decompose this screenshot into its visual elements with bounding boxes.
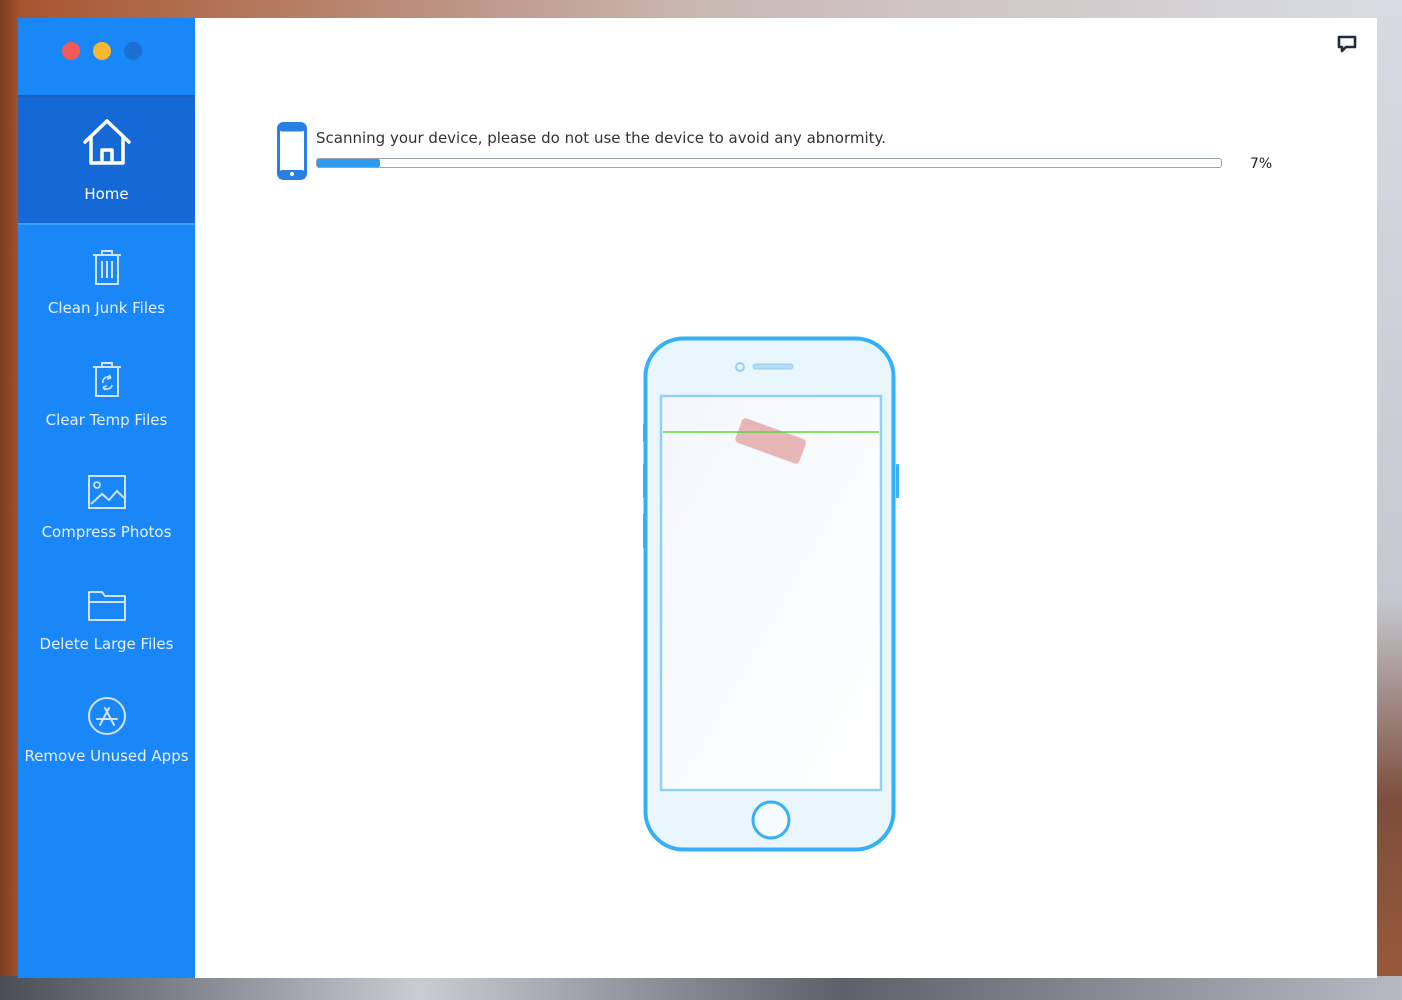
window-controls xyxy=(62,42,142,60)
app-window: Home Clean Junk Files Clear Temp Files C… xyxy=(18,18,1377,978)
photo-icon xyxy=(87,474,127,514)
trash-icon xyxy=(87,247,127,291)
scan-status-message: Scanning your device, please do not use … xyxy=(316,129,887,147)
chat-icon[interactable] xyxy=(1337,35,1357,57)
zoom-window-button[interactable] xyxy=(124,42,142,60)
phone-icon xyxy=(277,122,307,184)
sidebar-item-remove-unused-apps[interactable]: Remove Unused Apps xyxy=(18,682,195,794)
sidebar-item-label: Delete Large Files xyxy=(39,635,174,653)
app-store-icon xyxy=(86,695,128,741)
scan-progress-percent: 7% xyxy=(1250,156,1273,172)
sidebar: Home Clean Junk Files Clear Temp Files C… xyxy=(18,18,195,978)
sidebar-item-label: Clear Temp Files xyxy=(45,411,168,429)
recycle-bin-icon xyxy=(87,359,127,403)
folder-icon xyxy=(87,588,127,626)
sidebar-item-clear-temp-files[interactable]: Clear Temp Files xyxy=(18,346,195,458)
sidebar-item-label: Home xyxy=(84,185,129,203)
sidebar-item-delete-large-files[interactable]: Delete Large Files xyxy=(18,570,195,682)
desktop-wallpaper-bottom xyxy=(0,976,1402,1000)
sidebar-item-label: Remove Unused Apps xyxy=(24,747,189,765)
home-icon xyxy=(80,115,134,173)
sidebar-item-clean-junk-files[interactable]: Clean Junk Files xyxy=(18,234,195,346)
main-content: Scanning your device, please do not use … xyxy=(195,18,1377,978)
sidebar-item-compress-photos[interactable]: Compress Photos xyxy=(18,458,195,570)
scan-progress-fill xyxy=(317,159,381,167)
device-scan-illustration xyxy=(642,336,900,860)
scan-progress-bar xyxy=(316,158,1222,168)
close-window-button[interactable] xyxy=(62,42,80,60)
minimize-window-button[interactable] xyxy=(93,42,111,60)
sidebar-item-label: Compress Photos xyxy=(41,523,172,541)
sidebar-item-home[interactable]: Home xyxy=(18,95,195,225)
desktop-wallpaper-right xyxy=(1376,0,1402,1000)
sidebar-item-label: Clean Junk Files xyxy=(47,299,166,317)
